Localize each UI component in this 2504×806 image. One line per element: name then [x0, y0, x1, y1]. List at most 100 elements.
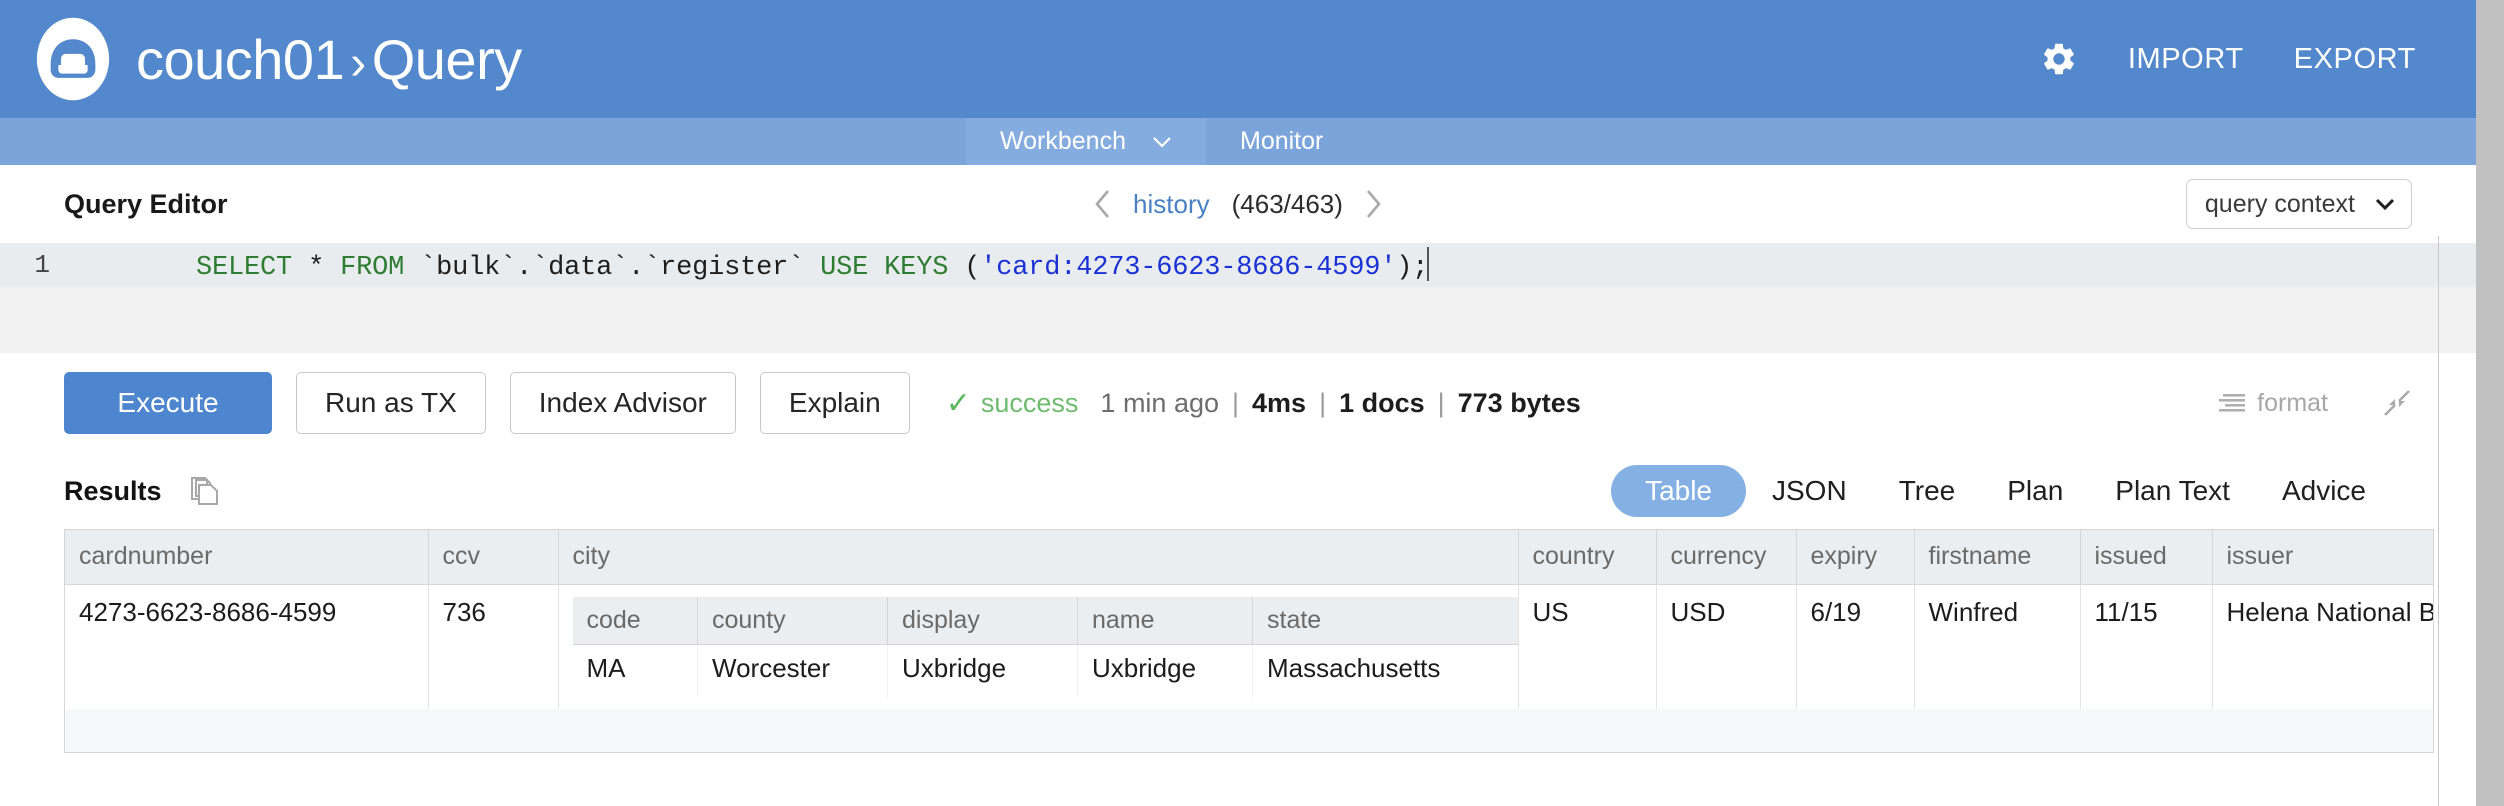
chevron-down-icon [2375, 198, 2395, 210]
section-tabbar: Workbench Monitor [0, 118, 2476, 165]
cell-city-name: Uxbridge [1078, 645, 1253, 697]
cell-city-display: Uxbridge [888, 645, 1078, 697]
view-tab-tree[interactable]: Tree [1873, 465, 1982, 517]
city-nested-table: code county display name state MA [573, 597, 1519, 697]
status-time: 1 min ago [1100, 388, 1219, 419]
query-code-editor[interactable]: 1 SELECT * FROM `bulk`.`data`.`register`… [0, 243, 2476, 353]
line-number: 1 [0, 250, 68, 280]
cell-city-state: Massachusetts [1253, 645, 1519, 697]
view-tab-table[interactable]: Table [1611, 465, 1746, 517]
tab-workbench-label: Workbench [1000, 127, 1126, 156]
collapse-arrows-icon[interactable] [2382, 388, 2412, 418]
page-scrollbar[interactable] [2476, 0, 2504, 806]
align-lines-icon [2219, 393, 2245, 413]
status-separator: | [1219, 388, 1252, 419]
chevron-left-icon[interactable] [1094, 189, 1111, 219]
query-status: ✓ success 1 min ago | 4ms | 1 docs | 773… [946, 386, 1581, 421]
table-header-row: cardnumber ccv city country currency exp… [65, 530, 2434, 584]
tab-monitor-label: Monitor [1240, 127, 1323, 156]
export-button[interactable]: EXPORT [2294, 43, 2416, 76]
cell-city-code: MA [573, 645, 698, 697]
cell-ccv: 736 [428, 584, 558, 709]
column-header-city-display[interactable]: display [888, 597, 1078, 645]
status-separator: | [1425, 388, 1458, 419]
view-tab-json[interactable]: JSON [1746, 465, 1873, 517]
table-row[interactable]: 4273-6623-8686-4599 736 code count [65, 584, 2434, 709]
index-advisor-button[interactable]: Index Advisor [510, 372, 736, 434]
check-icon: ✓ [946, 386, 971, 421]
query-workbench-page: couch01›Query IMPORT EXPORT Workbench Mo… [0, 0, 2504, 806]
results-pane-divider [2438, 236, 2439, 806]
view-tab-plan[interactable]: Plan [1981, 465, 2089, 517]
results-view-tabs: Table JSON Tree Plan Plan Text Advice [1611, 465, 2412, 517]
chevron-right-icon[interactable] [1365, 189, 1382, 219]
editor-tools: format [2219, 388, 2412, 418]
city-header-row: code county display name state [573, 597, 1519, 645]
header-actions: IMPORT EXPORT [2040, 40, 2476, 78]
cell-currency: USD [1656, 584, 1796, 709]
table-footer [65, 709, 2433, 753]
query-actions-row: Execute Run as TX Index Advisor Explain … [0, 353, 2476, 453]
breadcrumb-separator: › [344, 37, 371, 90]
column-header-city[interactable]: city [558, 530, 1518, 584]
cell-issuer: Helena National Bank [2212, 584, 2434, 709]
cell-cardnumber: 4273-6623-8686-4599 [65, 584, 428, 709]
couchbase-logo-icon [30, 16, 116, 102]
execute-button[interactable]: Execute [64, 372, 272, 434]
query-context-select[interactable]: query context [2186, 179, 2412, 229]
column-header-firstname[interactable]: firstname [1914, 530, 2080, 584]
city-value-row: MA Worcester Uxbridge Uxbridge Massachus… [573, 645, 1519, 697]
copy-documents-icon[interactable] [188, 475, 220, 507]
app-header: couch01›Query IMPORT EXPORT [0, 0, 2476, 118]
section-name: Query [372, 28, 522, 91]
text-cursor [1427, 247, 1429, 281]
tab-monitor[interactable]: Monitor [1206, 118, 1357, 165]
page-content: couch01›Query IMPORT EXPORT Workbench Mo… [0, 0, 2476, 806]
code-line-1[interactable]: 1 SELECT * FROM `bulk`.`data`.`register`… [0, 243, 2476, 287]
cell-city-county: Worcester [698, 645, 888, 697]
column-header-cardnumber[interactable]: cardnumber [65, 530, 428, 584]
status-size: 773 bytes [1458, 388, 1581, 419]
column-header-currency[interactable]: currency [1656, 530, 1796, 584]
results-header: Results Table JSON Tree Plan Plan Text A… [0, 453, 2476, 529]
format-label: format [2257, 389, 2328, 418]
history-link[interactable]: history [1133, 189, 1210, 220]
format-button[interactable]: format [2219, 389, 2328, 418]
results-title: Results [64, 476, 162, 507]
status-duration: 4ms [1252, 388, 1306, 419]
chevron-down-icon [1152, 136, 1172, 148]
column-header-issued[interactable]: issued [2080, 530, 2212, 584]
gear-icon[interactable] [2040, 40, 2078, 78]
page-title: couch01›Query [136, 27, 522, 92]
view-tab-advice[interactable]: Advice [2256, 465, 2392, 517]
column-header-city-state[interactable]: state [1253, 597, 1519, 645]
column-header-issuer[interactable]: issuer [2212, 530, 2434, 584]
cell-issued: 11/15 [2080, 584, 2212, 709]
results-table: cardnumber ccv city country currency exp… [64, 529, 2434, 753]
column-header-city-name[interactable]: name [1078, 597, 1253, 645]
query-editor-title: Query Editor [64, 189, 228, 220]
query-context-label: query context [2205, 190, 2355, 219]
run-as-tx-button[interactable]: Run as TX [296, 372, 486, 434]
cell-expiry: 6/19 [1796, 584, 1914, 709]
column-header-city-county[interactable]: county [698, 597, 888, 645]
cluster-name: couch01 [136, 28, 344, 91]
tabbar-items: Workbench Monitor [966, 118, 1357, 165]
cell-firstname: Winfred [1914, 584, 2080, 709]
cell-city: code county display name state MA [558, 584, 1518, 709]
column-header-expiry[interactable]: expiry [1796, 530, 1914, 584]
tab-workbench[interactable]: Workbench [966, 118, 1206, 165]
view-tab-plan-text[interactable]: Plan Text [2089, 465, 2256, 517]
code-text: SELECT * FROM `bulk`.`data`.`register` U… [68, 217, 1429, 313]
status-word: success [981, 388, 1079, 419]
column-header-ccv[interactable]: ccv [428, 530, 558, 584]
history-count: (463/463) [1232, 189, 1343, 220]
status-separator: | [1306, 388, 1339, 419]
results-table-grid: cardnumber ccv city country currency exp… [65, 530, 2434, 709]
column-header-country[interactable]: country [1518, 530, 1656, 584]
cell-country: US [1518, 584, 1656, 709]
explain-button[interactable]: Explain [760, 372, 910, 434]
column-header-city-code[interactable]: code [573, 597, 698, 645]
status-doc-count: 1 docs [1339, 388, 1425, 419]
import-button[interactable]: IMPORT [2128, 43, 2244, 76]
